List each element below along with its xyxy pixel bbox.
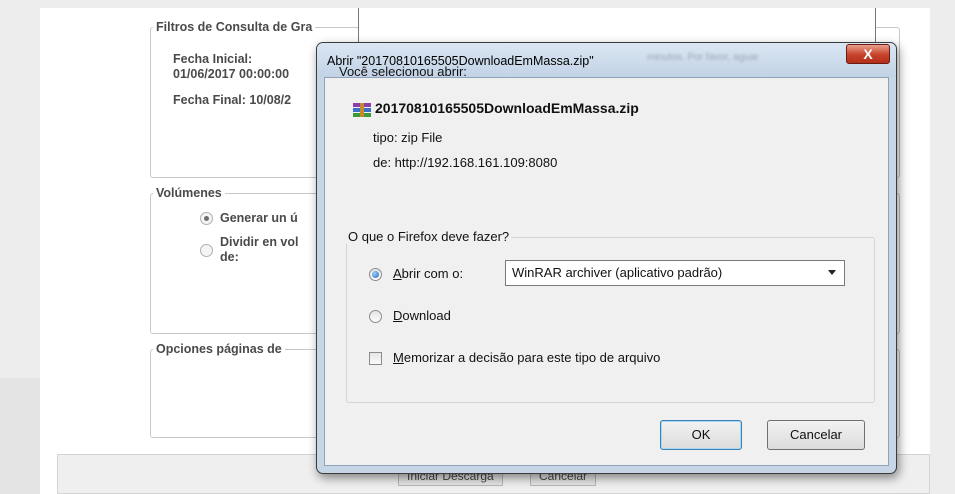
open-with-text: brir com o: [401, 266, 464, 281]
open-with-radio[interactable] [369, 268, 382, 281]
remember-mnemonic: M [393, 350, 404, 365]
application-select-value: WinRAR archiver (aplicativo padrão) [512, 265, 723, 280]
download-label[interactable]: Download [393, 308, 451, 323]
file-type: tipo: zip File [373, 130, 443, 145]
download-radio[interactable] [369, 310, 382, 323]
start-date-label: Fecha Inicial: [173, 52, 253, 66]
file-name: 20170810165505DownloadEmMassa.zip [375, 100, 639, 116]
start-date-value: 01/06/2017 00:00:00 [173, 67, 290, 81]
open-with-label[interactable]: Abrir com o: [393, 266, 463, 281]
remember-checkbox[interactable] [369, 352, 382, 365]
volumes-legend: Volúmenes [156, 186, 222, 200]
open-with-mnemonic: A [393, 266, 402, 281]
remember-text: emorizar a decisão para este tipo de arq… [403, 350, 661, 365]
left-gutter [0, 378, 40, 494]
application-select[interactable]: WinRAR archiver (aplicativo padrão) [505, 260, 845, 286]
download-text: ownload [402, 308, 451, 323]
remember-label[interactable]: Memorizar a decisão para este tipo de ar… [393, 350, 660, 365]
winrar-archive-icon [353, 103, 371, 117]
intro-text: Você selecionou abrir: [339, 64, 467, 79]
filters-legend: Filtros de Consulta de Gra [156, 20, 313, 34]
close-icon[interactable]: X [846, 44, 890, 64]
action-question: O que o Firefox deve fazer? [346, 229, 512, 244]
split-volumes-label-2: de: [220, 250, 239, 264]
end-date-label: Fecha Final: 10/08/2 [173, 93, 292, 107]
chevron-down-icon [828, 270, 836, 275]
split-volumes-radio[interactable] [200, 244, 213, 257]
generate-single-radio[interactable] [200, 212, 213, 225]
file-source: de: http://192.168.161.109:8080 [373, 155, 558, 170]
open-file-dialog: Abrir "20170810165505DownloadEmMassa.zip… [316, 42, 897, 474]
download-mnemonic: D [393, 308, 403, 323]
cancel-button[interactable]: Cancelar [767, 420, 865, 450]
ok-button[interactable]: OK [660, 420, 742, 450]
dialog-body: Você selecionou abrir: 20170810165505Dow… [324, 64, 889, 466]
page-options-legend: Opciones páginas de [156, 342, 282, 356]
background-text-bleed: minutos. Por favor, aguar [647, 52, 759, 62]
generate-single-label: Generar un ú [220, 211, 298, 225]
split-volumes-label: Dividir en vol [220, 235, 299, 249]
